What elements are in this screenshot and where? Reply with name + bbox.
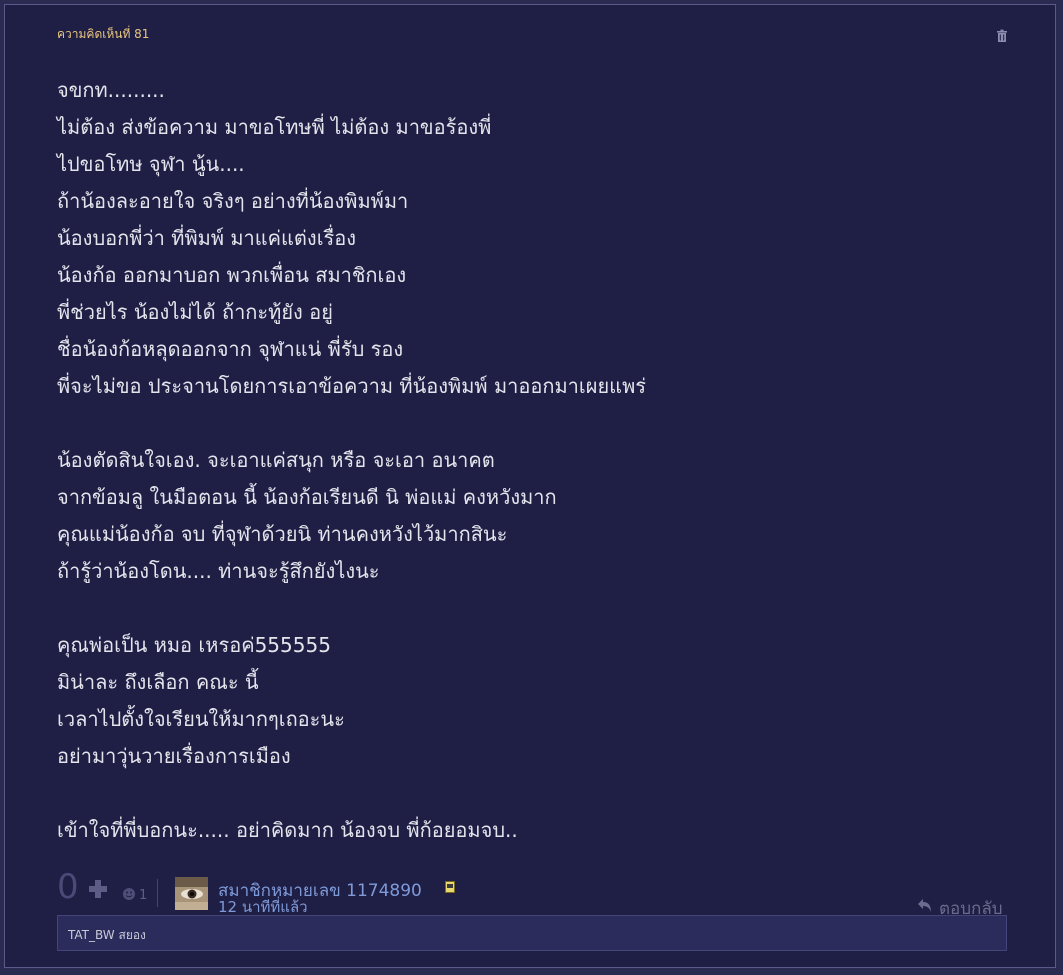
- comment-line: เข้าใจที่พี่บอกนะ..... อย่าคิดมาก น้องจบ…: [57, 818, 518, 842]
- reply-arrow-icon: [918, 899, 931, 912]
- comment-line: น้องตัดสินใจเอง. จะเอาแค่สนุก หรือ จะเอา…: [57, 448, 495, 472]
- comment-line: ถ้าน้องละอายใจ จริงๆ อย่างที่น้องพิมพ์มา: [57, 189, 409, 213]
- comment-line: เวลาไปตั้งใจเรียนให้มากๆเถอะนะ: [57, 707, 345, 731]
- subcomment: TAT_BW สยอง: [57, 915, 1007, 951]
- member-badge-icon: [445, 881, 455, 893]
- divider: [157, 879, 158, 907]
- comment-body: จขกท......... ไม่ต้อง ส่งข้อความ มาขอโทษ…: [57, 72, 1017, 849]
- comment-line: [57, 405, 1017, 442]
- comment-line: [57, 590, 1017, 627]
- emoji-icon[interactable]: [122, 887, 136, 901]
- comment-footer: 0 1 สมาชิกหมายเลข 1174890 12 นาทีที่แล้ว…: [57, 867, 1009, 919]
- reply-button[interactable]: ตอบกลับ: [917, 895, 1013, 919]
- emoji-count: 1: [139, 888, 148, 903]
- comment-line: อย่ามาวุ่นวายเรื่องการเมือง: [57, 744, 291, 768]
- comment-line: พี่ช่วยไร น้องไม่ได้ ถ้ากะทู้ยัง อยู่: [57, 300, 333, 324]
- plus-icon[interactable]: [88, 879, 108, 899]
- comment-line: พี่จะไม่ขอ ประจานโดยการเอาข้อความ ที่น้อ…: [57, 374, 646, 398]
- subcomment-text: TAT_BW สยอง: [68, 928, 146, 942]
- comment-line: คุณแม่น้องก้อ จบ ที่จุฬาด้วยนิ ท่านคงหวั…: [57, 522, 508, 546]
- comment-line: มิน่าละ ถึงเลือก คณะ นี้: [57, 670, 259, 694]
- avatar[interactable]: [175, 877, 208, 910]
- comment-number: ความคิดเห็นที่ 81: [57, 27, 150, 41]
- comment-line: ไม่ต้อง ส่งข้อความ มาขอโทษพี่ ไม่ต้อง มา…: [57, 115, 492, 139]
- comment-line: คุณพ่อเป็น หมอ เหรอค่555555: [57, 633, 331, 657]
- vote-count: 0: [57, 867, 79, 907]
- comment-line: [57, 775, 1017, 812]
- comment-line: น้องก้อ ออกมาบอก พวกเพื่อน สมาชิกเอง: [57, 263, 407, 287]
- comment-line: จากข้อมลู ในมือตอน นี้ น้องก้อเรียนดี นิ…: [57, 485, 557, 509]
- comment-line: ชื่อน้องก้อหลุดออกจาก จุฬาแน่ พี่รับ รอง: [57, 337, 404, 361]
- comment-line: ถ้ารู้ว่าน้องโดน.... ท่านจะรู้สึกยังไงนะ: [57, 559, 380, 583]
- trash-icon[interactable]: [995, 29, 1009, 43]
- comment-line: จขกท.........: [57, 78, 165, 102]
- comment-line: ไปขอโทษ จุฬา นู้น....: [57, 152, 245, 176]
- comment-line: น้องบอกพี่ว่า ที่พิมพ์ มาแค่แต่งเรื่อง: [57, 226, 357, 250]
- avatar-image: [175, 877, 208, 910]
- comment-card: ความคิดเห็นที่ 81 จขกท......... ไม่ต้อง …: [4, 4, 1056, 968]
